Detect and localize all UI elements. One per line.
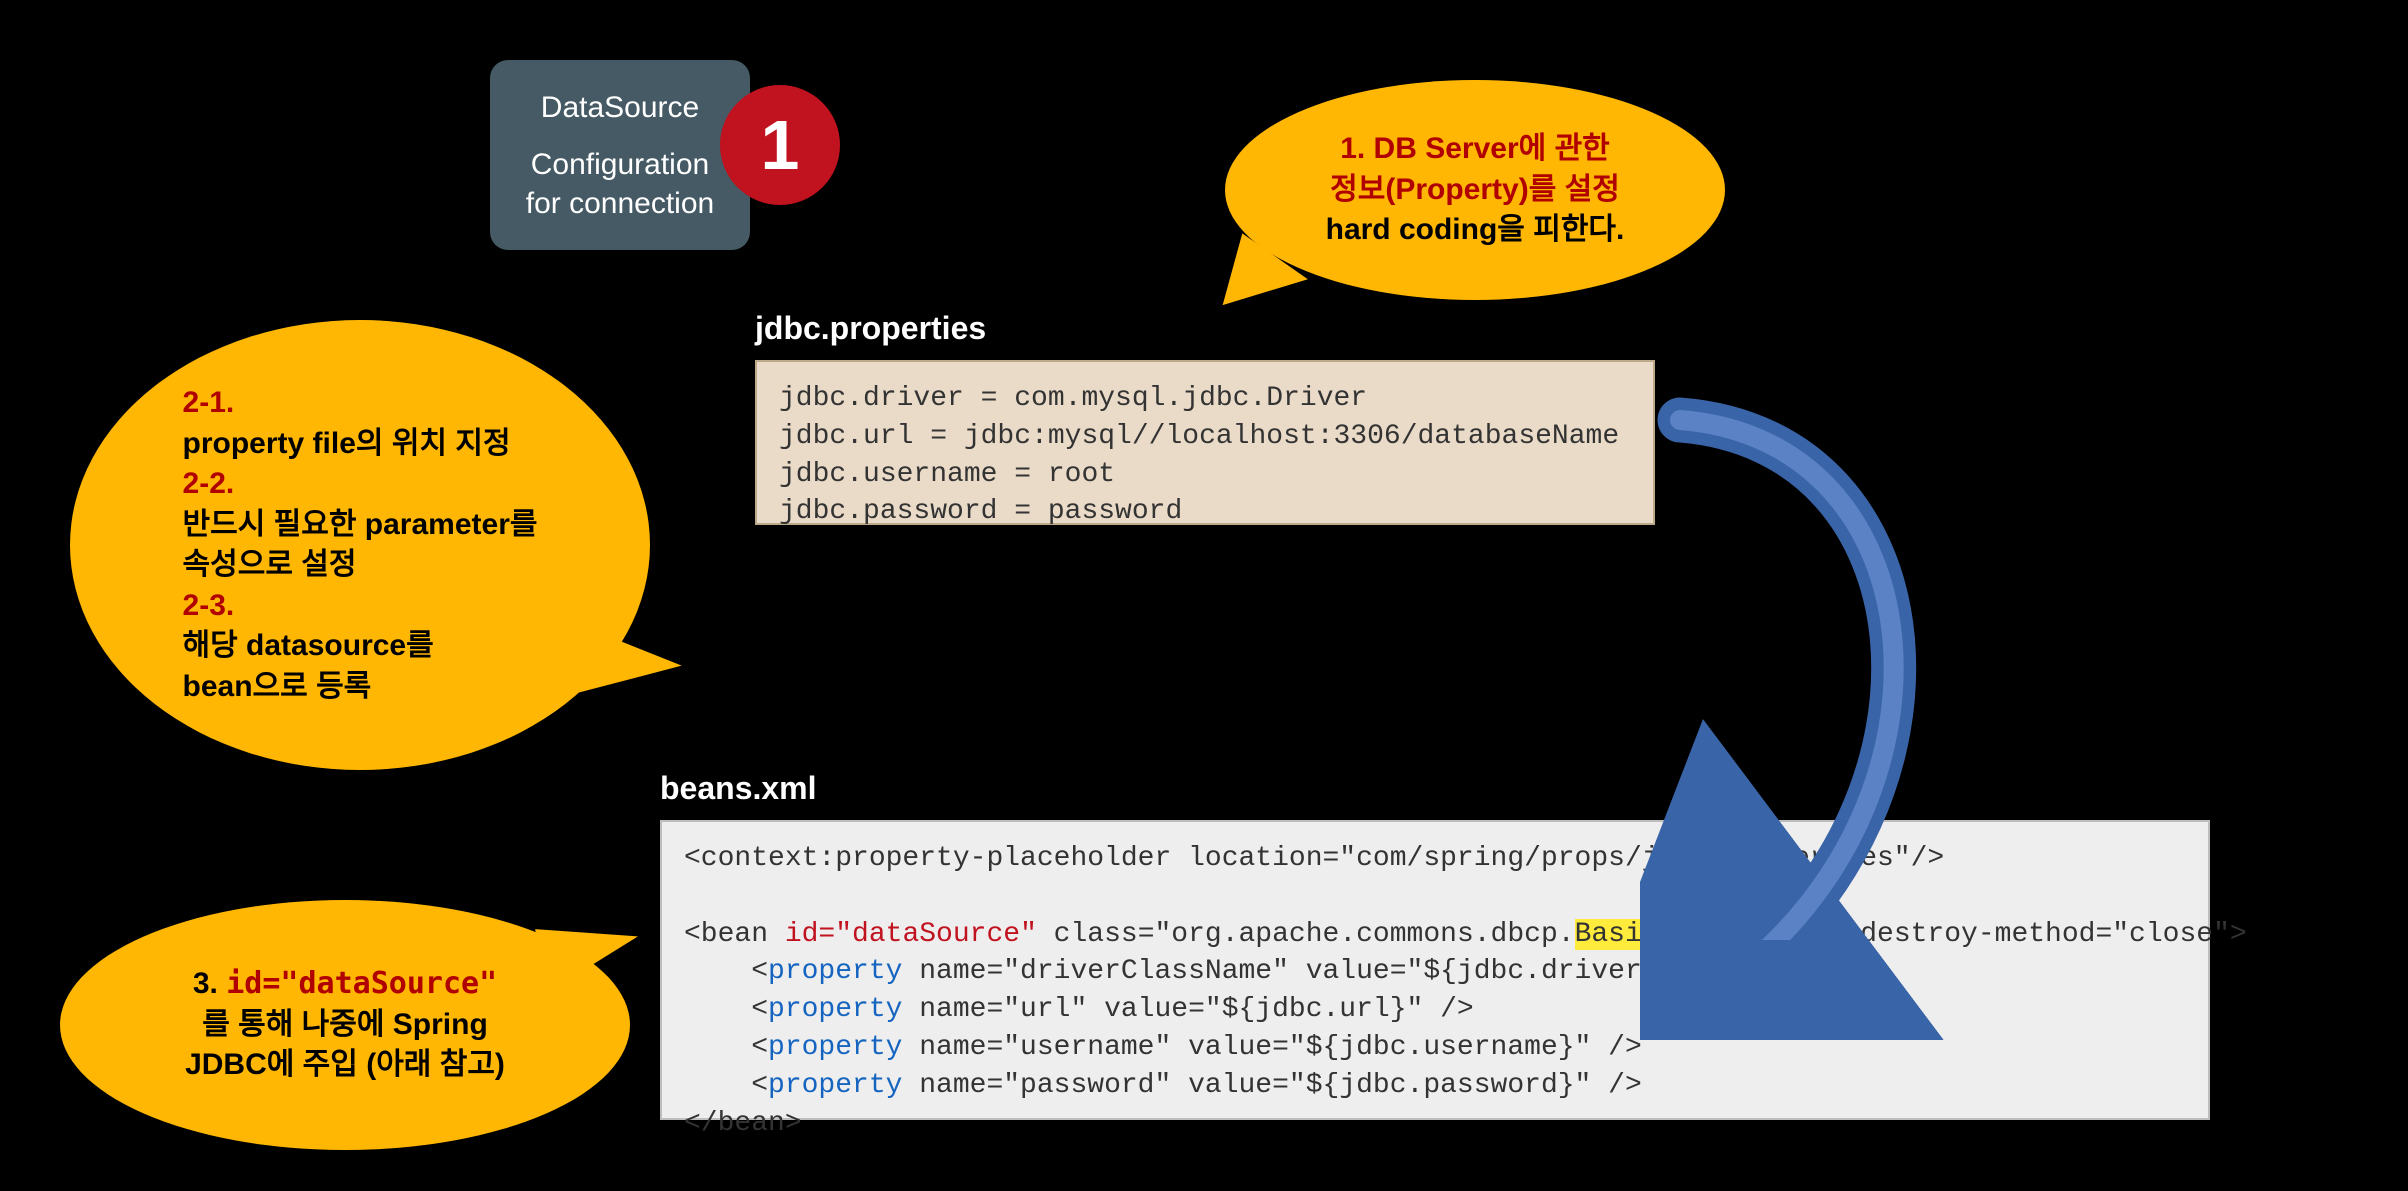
bx-l4p: property [768,994,902,1025]
datasource-line2: for connection [526,184,714,223]
props-l2: jdbc.url = jdbc:mysql//localhost:3306/da… [779,421,1619,452]
bx-l5b: name="username" value="${jdbc.username}"… [902,1032,1641,1063]
bx-l6p: property [768,1070,902,1101]
bx-l6a: < [684,1070,768,1101]
step-1-badge: 1 [720,85,840,205]
datasource-line1: Configuration [531,145,709,184]
cl-l1: property file의 위치 지정 [183,427,511,460]
cl-h3: 2-3. [183,589,235,622]
bx-l1: <context:property-placeholder location="… [684,843,1944,874]
bx-l5a: < [684,1032,768,1063]
bx-l3b: name="driverClassName" value="${jdbc.dri… [902,956,1725,987]
bx-l3a: < [684,956,768,987]
jdbc-properties-label: jdbc.properties [755,310,986,347]
datasource-title: DataSource [541,88,699,127]
beans-xml-label: beans.xml [660,770,817,807]
callout-bottom-tail [535,912,645,993]
cl-h2: 2-2. [183,467,235,500]
cl-l3b: bean으로 등록 [183,670,372,703]
bx-l3p: property [768,956,902,987]
callout-left-tail [554,620,686,720]
bx-l5p: property [768,1032,902,1063]
callout-db-server: 1. DB Server에 관한 정보(Property)를 설정 hard c… [1225,80,1725,300]
cl-h1: 2-1. [183,386,235,419]
bx-l2c: class="org.apache.commons.dbcp. [1037,919,1575,950]
bx-l7: </bean> [684,1108,802,1139]
cl-l3a: 해당 datasource를 [183,629,434,662]
bx-l4a: < [684,994,768,1025]
props-l4: jdbc.password = password [779,496,1182,527]
bx-l4b: name="url" value="${jdbc.url}" /> [902,994,1473,1025]
cb-red: id="dataSource" [226,966,497,1001]
cb-l2: 를 통해 나중에 Spring [202,1008,488,1041]
callout-top-line2: 정보(Property)를 설정 [1330,173,1620,206]
callout-top-line3: hard coding을 피한다. [1326,213,1625,246]
props-l3: jdbc.username = root [779,459,1115,490]
bx-l2d: BasicDataSource [1575,919,1827,950]
beans-xml-code: <context:property-placeholder location="… [660,820,2210,1120]
bx-l2b: id="dataSource" [785,919,1037,950]
bx-l6b: name="password" value="${jdbc.password}"… [902,1070,1641,1101]
datasource-box: DataSource Configuration for connection [490,60,750,250]
cl-l2b: 속성으로 설정 [183,548,357,581]
jdbc-properties-code: jdbc.driver = com.mysql.jdbc.Driver jdbc… [755,360,1655,525]
cl-l2a: 반드시 필요한 parameter를 [183,508,538,541]
bx-l2a: <bean [684,919,785,950]
cb-l3: JDBC에 주입 (아래 참고) [185,1048,505,1081]
bx-l2e: " destroy-method="close"> [1827,919,2247,950]
cb-prefix: 3. [193,967,226,1000]
callout-steps: 2-1. property file의 위치 지정 2-2. 반드시 필요한 p… [70,320,650,770]
props-l1: jdbc.driver = com.mysql.jdbc.Driver [779,383,1367,414]
callout-top-line1: 1. DB Server에 관한 [1340,132,1610,165]
